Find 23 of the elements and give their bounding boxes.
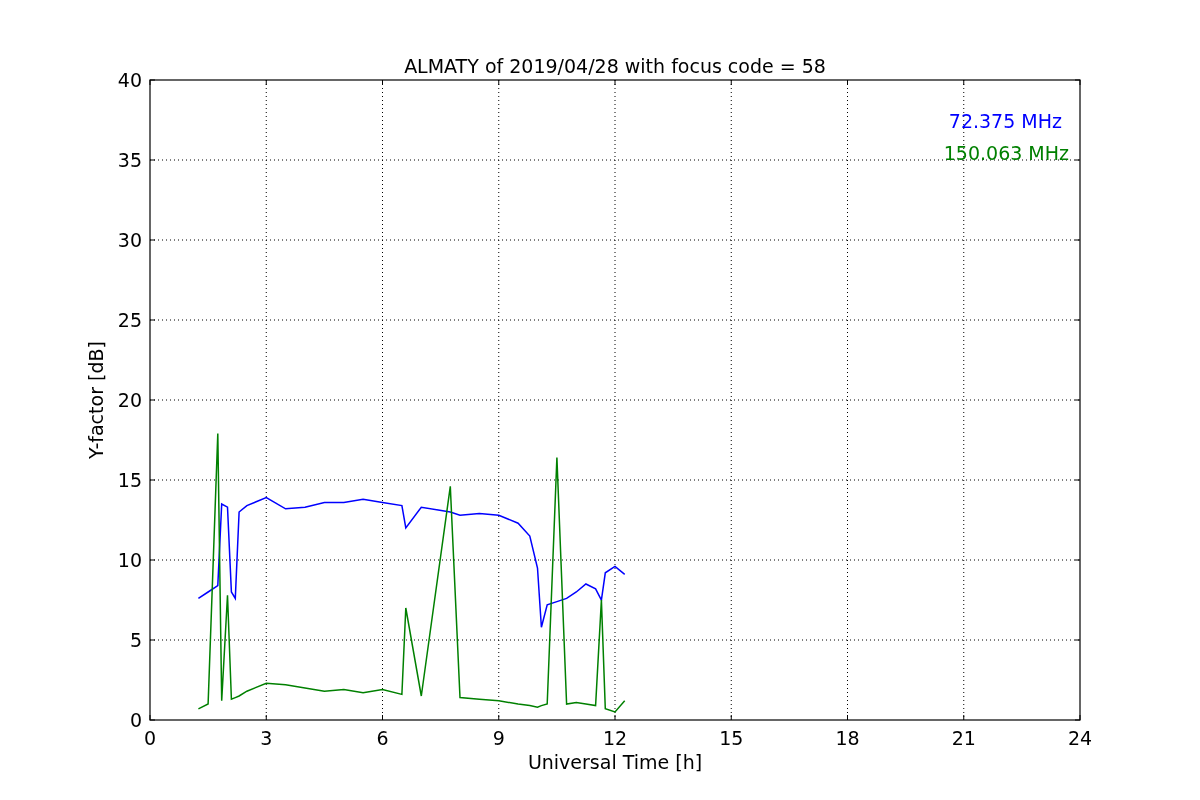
x-tick-label: 21 [951,727,976,749]
legend-label: 150.063 MHz [943,142,1069,164]
x-axis-label: Universal Time [h] [527,751,703,773]
y-tick-label: 0 [129,709,142,731]
x-tick-label: 12 [602,727,628,749]
y-tick-label: 20 [117,389,142,411]
x-tick-label: 9 [492,727,505,749]
y-tick-label: 35 [117,149,142,171]
x-tick-label: 18 [835,727,860,749]
x-tick-label: 3 [260,727,273,749]
x-tick-label: 0 [143,727,157,749]
y-tick-label: 30 [117,229,142,251]
y-tick-label: 5 [129,629,142,651]
legend-label: 72.375 MHz [948,110,1062,132]
y-tick-label: 10 [117,549,142,571]
x-tick-label: 15 [719,727,744,749]
x-tick-label: 6 [376,727,389,749]
chart-title: ALMATY of 2019/04/28 with focus code = 58 [404,55,826,77]
y-axis-label: Y-factor [dB] [85,341,107,459]
y-tick-label: 25 [117,309,142,331]
y-tick-label: 40 [117,69,142,91]
x-tick-label: 24 [1067,727,1093,749]
y-tick-label: 15 [117,469,142,491]
